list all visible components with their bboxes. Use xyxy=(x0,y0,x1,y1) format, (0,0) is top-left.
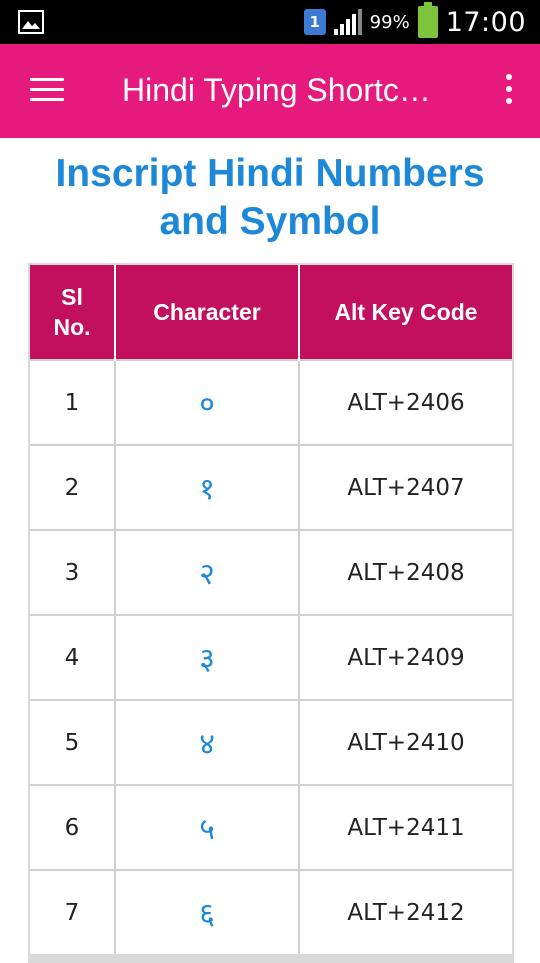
cell-sl-no: 5 xyxy=(30,699,115,785)
cell-alt-code: ALT+2411 xyxy=(298,784,512,870)
cell-alt-code: ALT+2409 xyxy=(298,614,512,700)
table-row: 7 ६ ALT+2412 xyxy=(30,869,512,954)
battery-percentage: 99% xyxy=(369,11,410,33)
cell-character: २ xyxy=(114,529,299,615)
table-header-row: Sl No. Character Alt Key Code xyxy=(30,265,512,360)
cell-alt-code: ALT+2408 xyxy=(298,529,512,615)
image-icon xyxy=(18,10,44,38)
table-row: 5 ४ ALT+2410 xyxy=(30,699,512,785)
header-sl-text: Sl xyxy=(61,284,83,310)
cell-character: ० xyxy=(114,359,299,445)
cell-character: १ xyxy=(114,444,299,530)
page-title-line1: Inscript Hindi Numbers xyxy=(55,152,485,195)
cell-alt-code: ALT+2406 xyxy=(298,359,512,445)
signal-icon xyxy=(333,9,362,35)
cell-character: ४ xyxy=(114,699,299,785)
table-row: 1 ० ALT+2406 xyxy=(30,359,512,445)
header-sl-no: Sl No. xyxy=(30,265,115,360)
status-bar: 1 99% 17:00 xyxy=(0,0,540,44)
table-row: 3 २ ALT+2408 xyxy=(30,529,512,615)
overflow-menu-icon[interactable] xyxy=(502,74,516,110)
table-row: 6 ५ ALT+2411 xyxy=(30,784,512,870)
cell-sl-no: 6 xyxy=(30,784,115,870)
shortcut-table: Sl No. Character Alt Key Code 1 ० ALT+24… xyxy=(28,263,514,963)
table-row: 2 १ ALT+2407 xyxy=(30,444,512,530)
cell-alt-code: ALT+2407 xyxy=(298,444,512,530)
battery-icon xyxy=(417,2,438,38)
cell-alt-code: ALT+2410 xyxy=(298,699,512,785)
cell-sl-no: 1 xyxy=(30,359,115,445)
app-bar: Hindi Typing Shortc… xyxy=(0,44,540,138)
hamburger-menu-icon[interactable] xyxy=(30,78,64,104)
clock: 17:00 xyxy=(445,6,526,38)
cell-alt-code: ALT+2412 xyxy=(298,869,512,954)
page-title: Inscript Hindi Numbers and Symbol xyxy=(0,150,540,246)
cell-character: ३ xyxy=(114,614,299,700)
header-alt-key-code: Alt Key Code xyxy=(298,265,512,360)
header-no-text: No. xyxy=(53,314,91,340)
cell-character: ५ xyxy=(114,784,299,870)
sim-icon: 1 xyxy=(303,9,326,35)
page-title-line2: and Symbol xyxy=(159,200,381,243)
cell-sl-no: 4 xyxy=(30,614,115,700)
header-character: Character xyxy=(114,265,299,360)
table-row: 4 ३ ALT+2409 xyxy=(30,614,512,700)
cell-sl-no: 3 xyxy=(30,529,115,615)
cell-sl-no: 2 xyxy=(30,444,115,530)
cell-character: ६ xyxy=(114,869,299,954)
app-title: Hindi Typing Shortc… xyxy=(122,72,431,108)
cell-sl-no: 7 xyxy=(30,869,115,954)
